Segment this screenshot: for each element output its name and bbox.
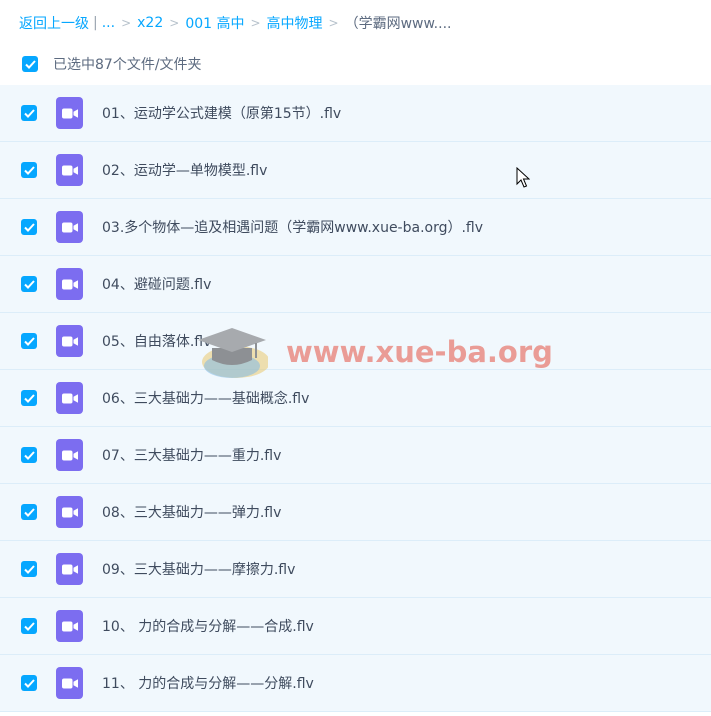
video-file-icon [56, 97, 83, 129]
check-icon [23, 336, 35, 346]
video-file-icon [56, 325, 83, 357]
check-icon [23, 165, 35, 175]
breadcrumb-divider: | [93, 15, 98, 31]
back-link[interactable]: 返回上一级 [19, 13, 89, 33]
file-checkbox[interactable] [21, 219, 37, 235]
file-row[interactable]: 06、三大基础力——基础概念.flv [0, 370, 711, 427]
check-icon [23, 393, 35, 403]
video-file-icon [56, 154, 83, 186]
file-row[interactable]: 04、避碰问题.flv [0, 256, 711, 313]
check-icon [23, 678, 35, 688]
select-all-checkbox[interactable] [22, 56, 38, 72]
check-icon [23, 564, 35, 574]
file-row[interactable]: 10、 力的合成与分解——合成.flv [0, 598, 711, 655]
file-checkbox[interactable] [21, 618, 37, 634]
check-icon [23, 450, 35, 460]
file-name[interactable]: 08、三大基础力——弹力.flv [102, 502, 281, 522]
breadcrumb-separator: > [169, 16, 180, 30]
selection-summary: 已选中87个文件/文件夹 [53, 57, 202, 73]
file-name[interactable]: 05、自由落体.flv [102, 331, 211, 351]
breadcrumb-item-001[interactable]: 001 高中 [185, 13, 244, 33]
check-icon [23, 621, 35, 631]
selection-bar: 已选中87个文件/文件夹 [0, 50, 711, 78]
file-checkbox[interactable] [21, 333, 37, 349]
file-checkbox[interactable] [21, 504, 37, 520]
check-icon [23, 108, 35, 118]
file-checkbox[interactable] [21, 675, 37, 691]
mouse-cursor-icon [516, 167, 530, 188]
file-name[interactable]: 06、三大基础力——基础概念.flv [102, 388, 309, 408]
file-name[interactable]: 09、三大基础力——摩擦力.flv [102, 559, 295, 579]
video-file-icon [56, 439, 83, 471]
breadcrumb-current: （学霸网www.... [344, 16, 452, 32]
file-row[interactable]: 09、三大基础力——摩擦力.flv [0, 541, 711, 598]
file-row[interactable]: 02、运动学—单物模型.flv [0, 142, 711, 199]
file-row[interactable]: 08、三大基础力——弹力.flv [0, 484, 711, 541]
file-checkbox[interactable] [21, 390, 37, 406]
file-checkbox[interactable] [21, 105, 37, 121]
file-name[interactable]: 03.多个物体—追及相遇问题（学霸网www.xue-ba.org）.flv [102, 217, 483, 237]
file-list: 01、运动学公式建模（原第15节）.flv 02、运动学—单物模型.flv 03.多… [0, 85, 711, 712]
breadcrumb-separator: > [121, 16, 132, 30]
video-file-icon [56, 610, 83, 642]
file-row[interactable]: 05、自由落体.flv [0, 313, 711, 370]
file-name[interactable]: 11、 力的合成与分解——分解.flv [102, 673, 314, 693]
file-checkbox[interactable] [21, 561, 37, 577]
file-row[interactable]: 03.多个物体—追及相遇问题（学霸网www.xue-ba.org）.flv [0, 199, 711, 256]
breadcrumb-item-physics[interactable]: 高中物理 [267, 13, 323, 33]
file-name[interactable]: 02、运动学—单物模型.flv [102, 160, 267, 180]
check-icon [24, 59, 36, 69]
file-row[interactable]: 01、运动学公式建模（原第15节）.flv [0, 85, 711, 142]
file-name[interactable]: 01、运动学公式建模（原第15节）.flv [102, 103, 341, 123]
video-file-icon [56, 496, 83, 528]
breadcrumb-ellipsis[interactable]: ... [102, 15, 115, 31]
video-file-icon [56, 382, 83, 414]
file-checkbox[interactable] [21, 162, 37, 178]
check-icon [23, 279, 35, 289]
breadcrumb-separator: > [250, 16, 261, 30]
breadcrumb-item-x22[interactable]: x22 [137, 15, 163, 31]
file-row[interactable]: 11、 力的合成与分解——分解.flv [0, 655, 711, 712]
check-icon [23, 507, 35, 517]
file-name[interactable]: 07、三大基础力——重力.flv [102, 445, 281, 465]
file-name[interactable]: 10、 力的合成与分解——合成.flv [102, 616, 314, 636]
video-file-icon [56, 667, 83, 699]
video-file-icon [56, 268, 83, 300]
check-icon [23, 222, 35, 232]
file-checkbox[interactable] [21, 447, 37, 463]
file-row[interactable]: 07、三大基础力——重力.flv [0, 427, 711, 484]
video-file-icon [56, 211, 83, 243]
file-checkbox[interactable] [21, 276, 37, 292]
breadcrumb-separator: > [328, 16, 339, 30]
video-file-icon [56, 553, 83, 585]
file-name[interactable]: 04、避碰问题.flv [102, 274, 211, 294]
breadcrumb: 返回上一级 | ... > x22 > 001 高中 > 高中物理 > （学霸网… [19, 12, 451, 34]
